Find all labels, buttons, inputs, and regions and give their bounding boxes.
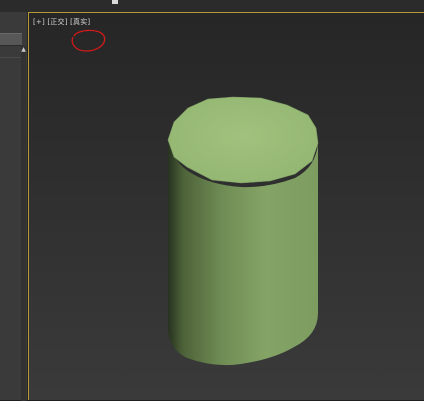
panel-scrollbar[interactable]: ▲ (21, 46, 26, 401)
toolbar-checkbox[interactable] (112, 0, 118, 4)
command-panel: ▲ (0, 12, 28, 401)
cylinder-top (167, 96, 319, 184)
perspective-viewport[interactable]: [+] [正交] [真实] (28, 12, 424, 400)
panel-input-field[interactable] (0, 33, 22, 46)
cylinder-object[interactable] (29, 13, 424, 401)
scroll-up-icon[interactable]: ▲ (21, 46, 26, 53)
